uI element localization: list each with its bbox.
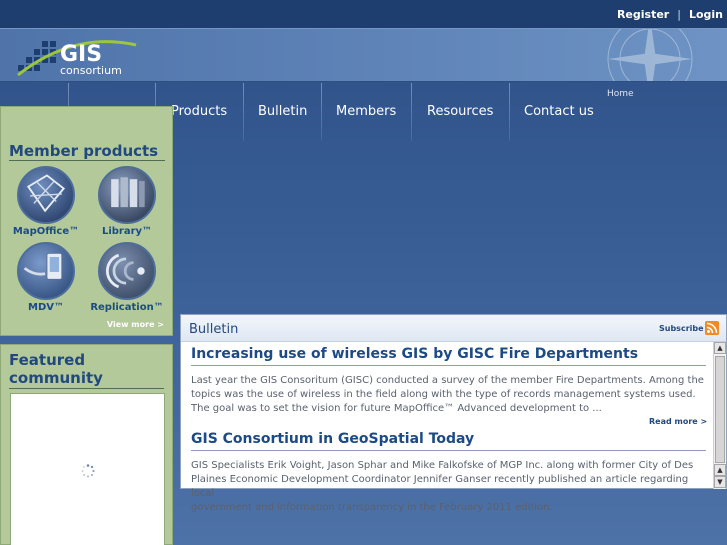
product-label[interactable]: Library™ bbox=[87, 226, 167, 237]
article-rule bbox=[191, 365, 706, 366]
loading-spinner-icon bbox=[81, 464, 95, 478]
product-replication[interactable]: Replication™ bbox=[87, 242, 167, 313]
register-link[interactable]: Register bbox=[617, 8, 669, 21]
read-more-link[interactable]: Read more > bbox=[649, 417, 707, 426]
scroll-thumb[interactable] bbox=[715, 356, 725, 463]
mdv-icon[interactable] bbox=[17, 242, 75, 300]
nav-resources[interactable]: Resources bbox=[427, 104, 493, 119]
library-icon[interactable] bbox=[98, 166, 156, 224]
product-mdv[interactable]: MDV™ bbox=[6, 242, 86, 313]
nav-divider bbox=[321, 83, 322, 141]
article-title[interactable]: Increasing use of wireless GIS by GISC F… bbox=[191, 346, 638, 362]
bulletin-title: Bulletin bbox=[189, 322, 239, 337]
logo-sub-text: consortium bbox=[60, 64, 122, 77]
article-line: The goal was to set the vision for futur… bbox=[191, 403, 602, 414]
nav-bulletin[interactable]: Bulletin bbox=[258, 104, 307, 119]
replication-icon[interactable] bbox=[98, 242, 156, 300]
title-rule bbox=[9, 388, 164, 389]
scroll-up-arrow-icon[interactable]: ▲ bbox=[714, 342, 726, 354]
view-more-link[interactable]: View more > bbox=[107, 320, 164, 329]
article-summary: Last year the GIS Consoritum (GISC) cond… bbox=[191, 374, 706, 416]
title-rule bbox=[9, 160, 165, 161]
nav-contact-us[interactable]: Contact us bbox=[524, 104, 594, 119]
nav-products[interactable]: Products bbox=[171, 104, 227, 119]
featured-community-panel: Featured community bbox=[0, 344, 173, 545]
nav-members[interactable]: Members bbox=[336, 104, 396, 119]
login-link[interactable]: Login bbox=[689, 8, 723, 21]
gis-consortium-logo[interactable]: GIS consortium bbox=[14, 33, 144, 79]
product-mapoffice[interactable]: MapOffice™ bbox=[6, 166, 86, 237]
featured-content-box bbox=[10, 393, 165, 545]
article-title[interactable]: GIS Consortium in GeoSpatial Today bbox=[191, 431, 474, 447]
article-rule bbox=[191, 450, 706, 451]
member-products-panel: Member products MapOffice™ Library™ MDV™… bbox=[0, 106, 173, 336]
top-bar: Register | Login bbox=[0, 0, 727, 28]
product-label[interactable]: MDV™ bbox=[6, 302, 86, 313]
topbar-separator: | bbox=[677, 7, 681, 21]
featured-title: Featured community bbox=[9, 351, 103, 387]
scroll-up-arrow-icon[interactable]: ▲ bbox=[714, 464, 726, 476]
site-header: GIS consortium bbox=[0, 28, 727, 82]
rss-icon[interactable] bbox=[705, 321, 719, 335]
nav-divider bbox=[243, 83, 244, 141]
mapoffice-icon[interactable] bbox=[17, 166, 75, 224]
featured-title-line2: community bbox=[9, 369, 103, 387]
scroll-down-arrow-icon[interactable]: ▼ bbox=[714, 476, 726, 488]
article-line: government and information transparency … bbox=[191, 502, 553, 513]
compass-decoration-icon bbox=[607, 29, 693, 81]
product-label[interactable]: Replication™ bbox=[87, 302, 167, 313]
subscribe-link[interactable]: Subscribe bbox=[659, 324, 704, 333]
bulletin-panel: Bulletin Subscribe Increasing use of wir… bbox=[180, 314, 727, 513]
bulletin-scrollbar[interactable]: ▲ ▲ ▼ bbox=[713, 342, 726, 489]
bulletin-header: Bulletin Subscribe bbox=[181, 315, 726, 342]
nav-divider bbox=[509, 83, 510, 141]
article-summary: GIS Specialists Erik Voight, Jason Sphar… bbox=[191, 459, 706, 515]
article-line: Plaines Economic Development Coordinator… bbox=[191, 474, 689, 499]
article-line: Last year the GIS Consoritum (GISC) cond… bbox=[191, 375, 704, 386]
nav-divider bbox=[411, 83, 412, 141]
product-label[interactable]: MapOffice™ bbox=[6, 226, 86, 237]
member-products-title: Member products bbox=[9, 142, 159, 160]
article-line: GIS Specialists Erik Voight, Jason Sphar… bbox=[191, 460, 694, 471]
featured-title-line1: Featured bbox=[9, 351, 86, 369]
breadcrumb-home[interactable]: Home bbox=[607, 89, 634, 99]
product-library[interactable]: Library™ bbox=[87, 166, 167, 237]
article-line: topics was the use of wireless in the fi… bbox=[191, 389, 696, 400]
